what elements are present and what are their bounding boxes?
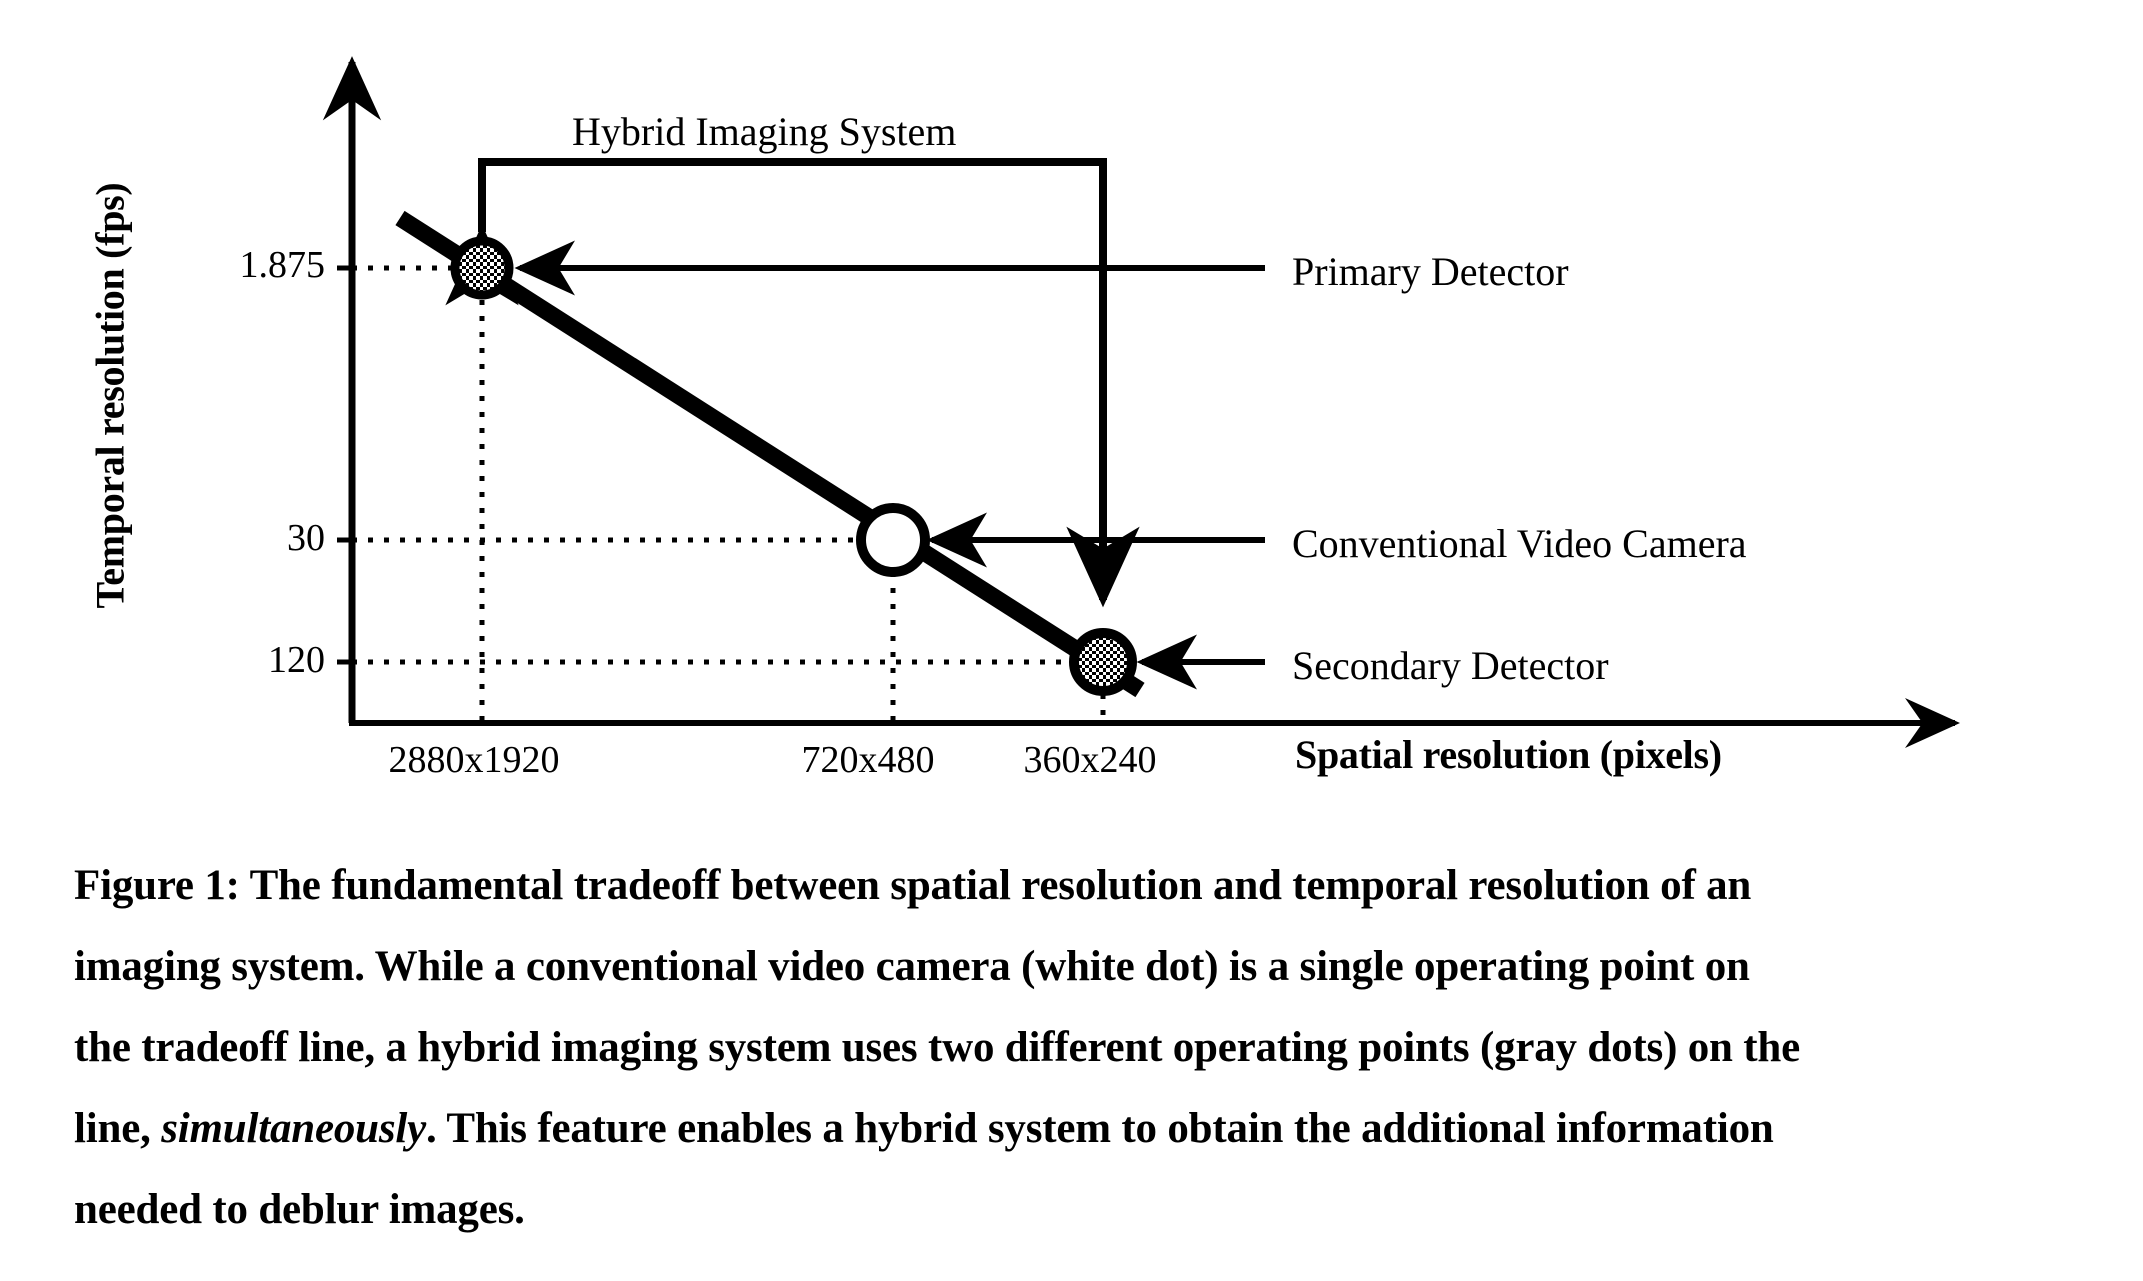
x-tick-label-3: 360x240 — [1023, 739, 1157, 781]
y-tick-label-1: 1.875 — [239, 244, 326, 286]
caption-text: the tradeoff line, a hybrid imaging syst… — [74, 1024, 1801, 1071]
caption-line: Figure 1: The fundamental tradeoff betwe… — [74, 845, 2074, 926]
caption-emphasis: simultaneously — [161, 1105, 427, 1152]
x-tick-label-2: 720x480 — [801, 739, 935, 781]
figure-page: Hybrid Imaging System Temporal resolutio… — [0, 0, 2143, 1281]
y-tick-label-2: 30 — [287, 517, 325, 559]
hybrid-bracket — [445, 158, 1140, 608]
tradeoff-line — [395, 210, 1145, 698]
x-axis-title: Spatial resolution (pixels) — [1295, 732, 1722, 777]
plot-canvas — [322, 56, 1960, 748]
y-axis-title: Temporal resolution (fps) — [87, 182, 133, 609]
caption-text: line, — [74, 1105, 162, 1152]
hybrid-imaging-system-label: Hybrid Imaging System — [572, 109, 957, 154]
caption-line: line, simultaneously. This feature enabl… — [74, 1088, 2074, 1169]
callout-label-secondary-detector: Secondary Detector — [1292, 643, 1609, 688]
guide-lines — [352, 222, 1106, 723]
callout-leaders — [514, 240, 1265, 690]
callout-label-primary-detector: Primary Detector — [1292, 249, 1569, 294]
caption-text: needed to deblur images. — [74, 1186, 525, 1233]
caption-text: imaging system. While a conventional vid… — [74, 943, 1750, 990]
x-tick-label-1: 2880x1920 — [388, 739, 560, 781]
caption-line: imaging system. While a conventional vid… — [74, 926, 2074, 1007]
data-point-conventional-video-camera[interactable] — [856, 503, 930, 577]
caption-line: needed to deblur images. — [74, 1169, 2074, 1250]
y-tick-label-3: 120 — [268, 639, 325, 681]
figure-caption: Figure 1: The fundamental tradeoff betwe… — [74, 845, 2074, 1250]
caption-text: Figure 1: The fundamental tradeoff betwe… — [74, 862, 1752, 909]
caption-line: the tradeoff line, a hybrid imaging syst… — [74, 1007, 2074, 1088]
data-point-secondary-detector[interactable] — [1069, 628, 1137, 696]
figure-graphic: Hybrid Imaging System Temporal resolutio… — [0, 0, 2143, 810]
data-point-primary-detector[interactable] — [450, 236, 514, 300]
callout-label-conventional-video-camera: Conventional Video Camera — [1292, 521, 1747, 566]
caption-text: . This feature enables a hybrid system t… — [426, 1105, 1774, 1152]
